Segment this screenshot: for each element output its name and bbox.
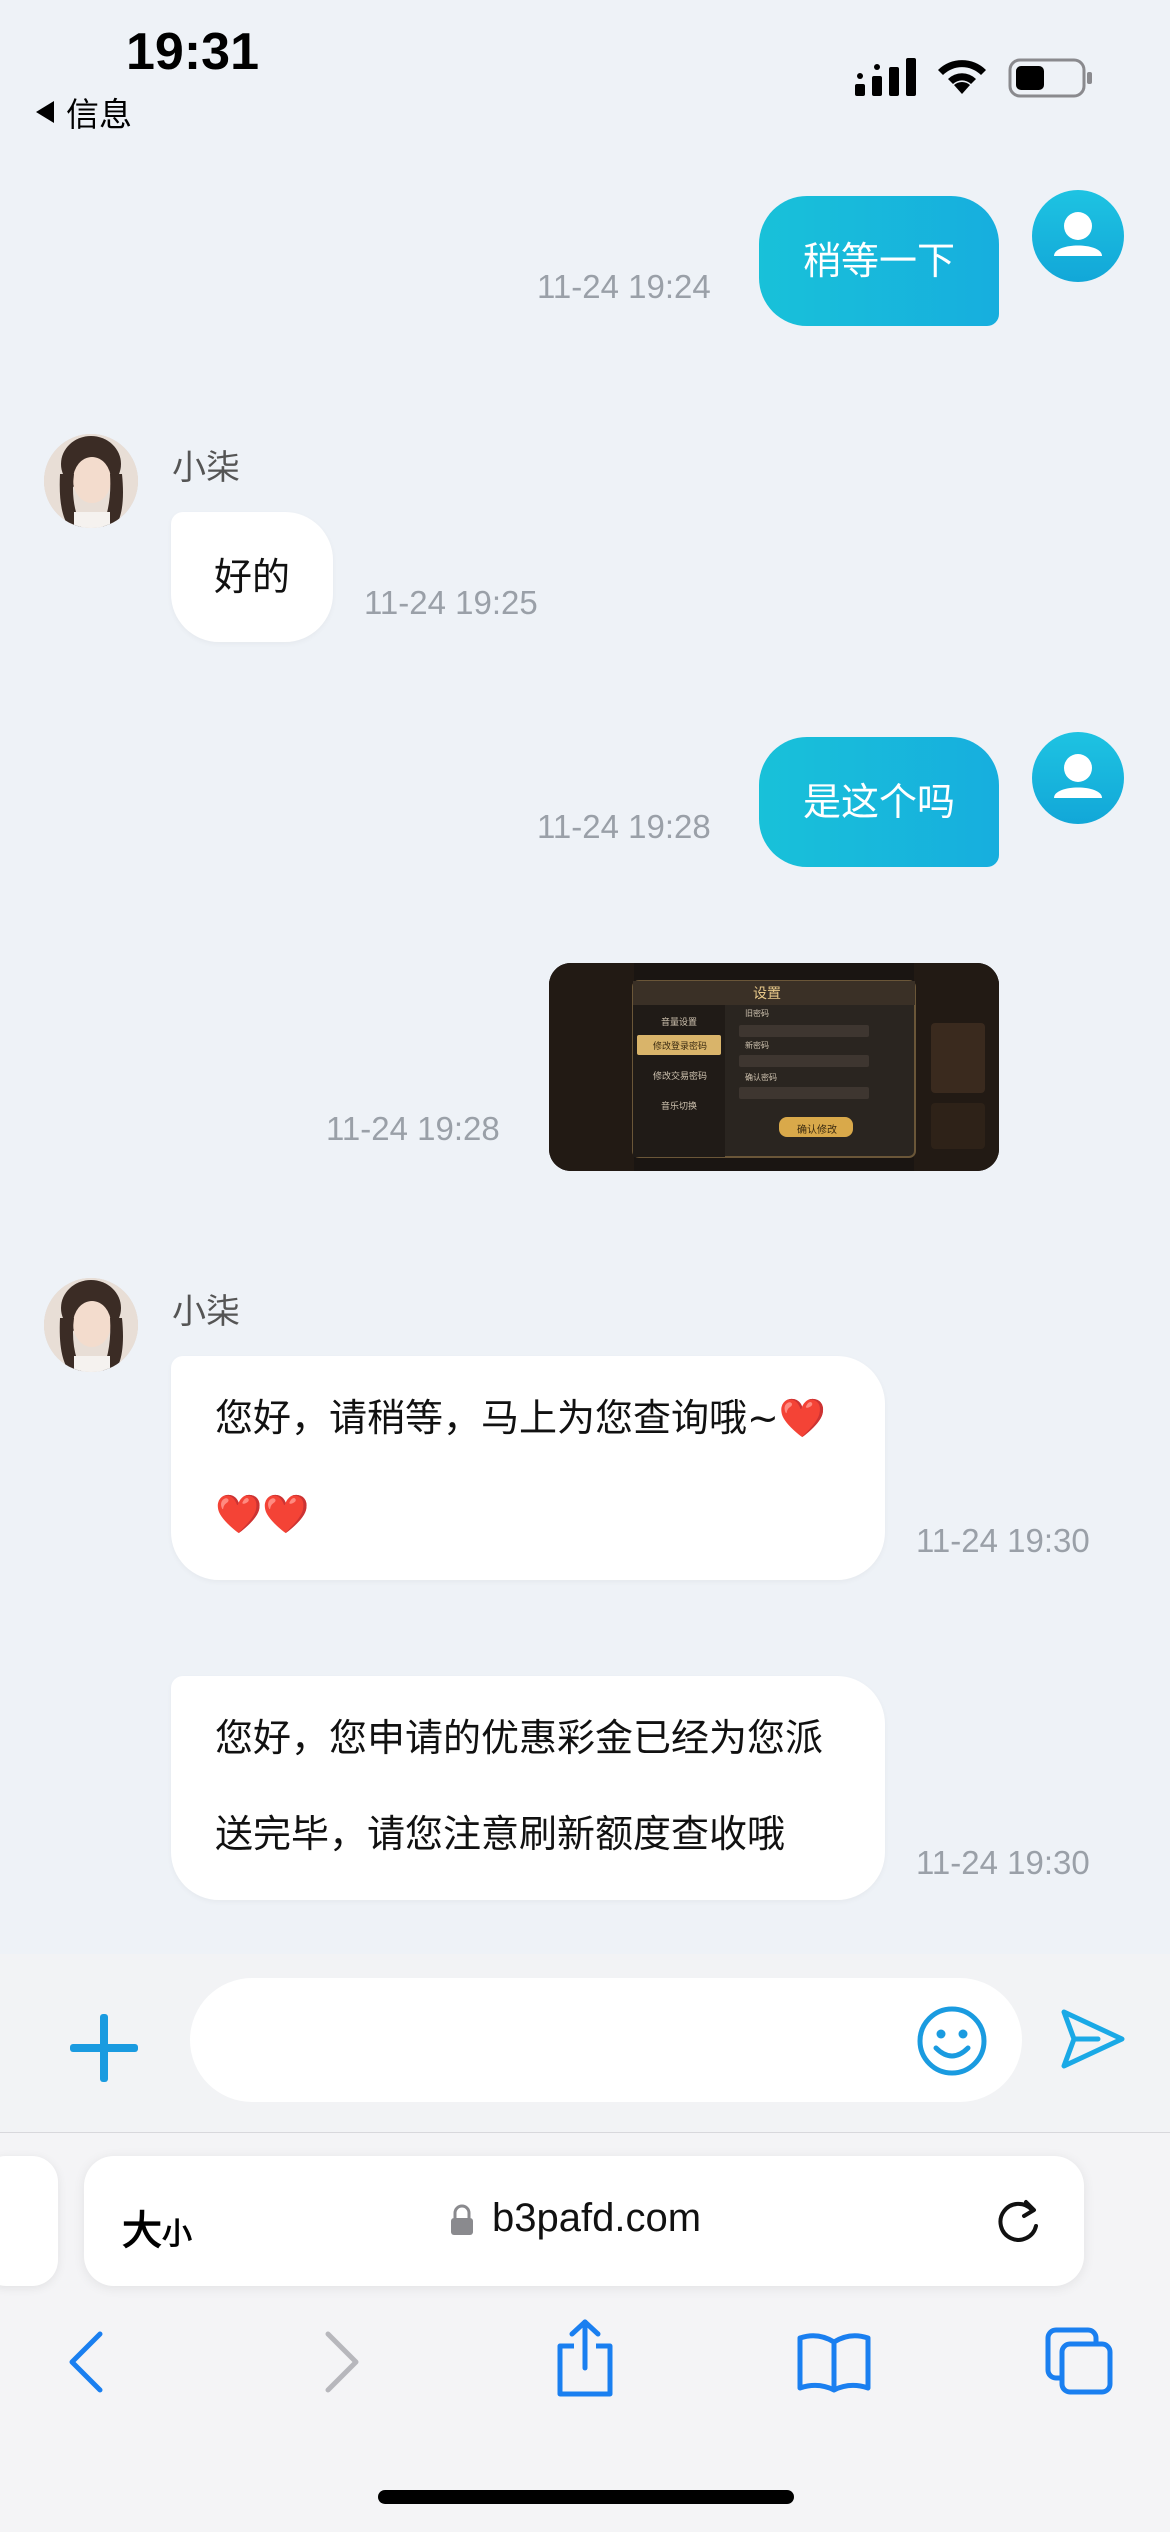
aa-big-label: 大 (122, 2209, 162, 2253)
message-timestamp: 11-24 19:24 (537, 268, 711, 305)
agent-photo (44, 1278, 138, 1372)
user-icon (1054, 212, 1102, 256)
send-icon[interactable] (1058, 2004, 1128, 2074)
message-text: 稍等一下 (802, 239, 955, 283)
status-time: 19:31 (126, 23, 259, 81)
message-text-line: 您好，请稍等，马上为您查询哦~❤️ (215, 1396, 827, 1440)
previous-tab-preview[interactable] (0, 2156, 58, 2286)
agent-name: 小柒 (172, 1292, 240, 1332)
back-label: 信息 (66, 95, 132, 134)
agent-avatar[interactable] (44, 1278, 138, 1372)
back-to-messages-link[interactable]: 信息 (36, 88, 132, 136)
browser-forward-icon[interactable] (318, 2330, 364, 2394)
message-input[interactable] (190, 1978, 1022, 2102)
message-bubble-outgoing[interactable]: 稍等一下 (759, 196, 999, 326)
message-text-line: 您好，您申请的优惠彩金已经为您派 (215, 1716, 824, 1760)
url-text: b3pafd.com (492, 2196, 702, 2240)
agent-photo (44, 434, 138, 528)
aa-small-label: 小 (162, 2218, 192, 2251)
screenshot-field-label: 确认密码 (745, 1073, 777, 1082)
message-text-line: 送完毕，请您注意刷新额度查收哦 (215, 1812, 786, 1856)
message-timestamp: 11-24 19:25 (364, 584, 538, 621)
user-icon (1054, 754, 1102, 798)
agent-avatar[interactable] (44, 434, 138, 528)
screenshot-confirm-button: 确认修改 (797, 1125, 837, 1136)
message-bubble-incoming[interactable]: 您好，您申请的优惠彩金已经为您派 送完毕，请您注意刷新额度查收哦 (171, 1676, 885, 1900)
message-timestamp: 11-24 19:28 (326, 1110, 500, 1147)
screenshot-menu-item: 修改登录密码 (653, 1042, 708, 1052)
screenshot-field-label: 新密码 (745, 1041, 769, 1050)
wifi-icon (938, 60, 986, 94)
back-triangle-icon (36, 101, 54, 123)
cellular-signal-icon (855, 58, 916, 96)
home-indicator (378, 2490, 794, 2504)
message-text-line: ❤️❤️ (215, 1492, 310, 1536)
screenshot-field-label: 旧密码 (745, 1009, 769, 1018)
message-bubble-incoming[interactable]: 您好，请稍等，马上为您查询哦~❤️ ❤️❤️ (171, 1356, 885, 1580)
tabs-overview-icon[interactable] (1044, 2326, 1114, 2396)
emoji-icon[interactable] (915, 2004, 989, 2078)
screenshot-menu-item: 修改交易密码 (653, 1072, 708, 1082)
page-settings-button[interactable]: 大小 (122, 2198, 192, 2256)
message-bubble-outgoing[interactable]: 是这个吗 (759, 737, 999, 867)
screenshot-title: 设置 (753, 986, 781, 1002)
message-text: 好的 (213, 555, 290, 599)
message-timestamp: 11-24 19:30 (916, 1522, 1090, 1559)
add-attachment-icon[interactable] (64, 2008, 144, 2088)
image-message-settings-screenshot[interactable]: 设置 音量设置 修改登录密码 修改交易密码 音乐切换 旧密码 新密码 确认密码 … (549, 963, 999, 1171)
share-icon[interactable] (552, 2318, 618, 2398)
screenshot-menu-item: 音乐切换 (661, 1102, 698, 1112)
reload-icon[interactable] (990, 2196, 1046, 2252)
message-text: 是这个吗 (802, 780, 955, 824)
message-timestamp: 11-24 19:28 (537, 808, 711, 845)
lock-icon (451, 2204, 473, 2235)
my-avatar[interactable] (1032, 732, 1124, 824)
my-avatar[interactable] (1032, 190, 1124, 282)
bookmarks-icon[interactable] (796, 2330, 872, 2394)
agent-name: 小柒 (172, 448, 240, 488)
message-timestamp: 11-24 19:30 (916, 1844, 1090, 1881)
battery-icon (1008, 58, 1092, 98)
message-bubble-incoming[interactable]: 好的 (171, 512, 333, 642)
browser-back-icon[interactable] (64, 2330, 110, 2394)
screenshot-menu-item: 音量设置 (661, 1018, 698, 1028)
